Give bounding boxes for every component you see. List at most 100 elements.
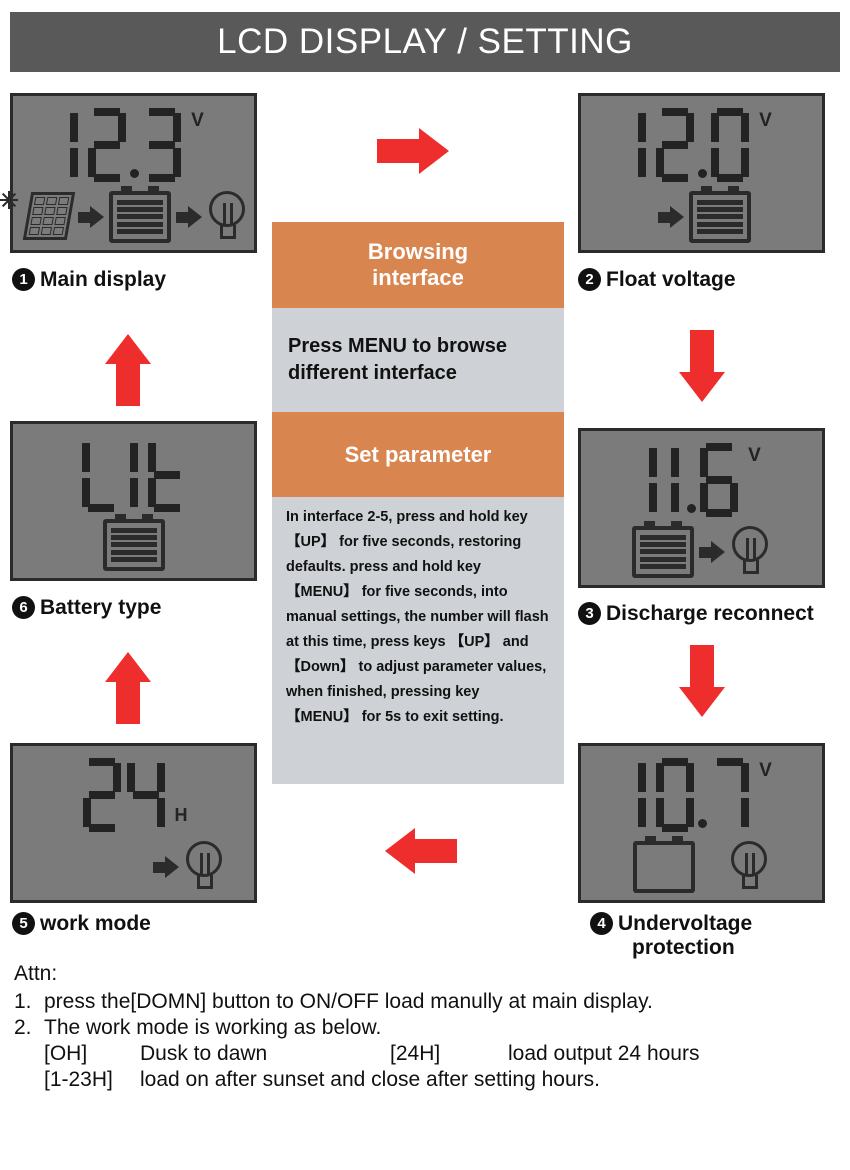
battery-full-icon: [108, 186, 171, 243]
work-mode-row-1: [OH] Dusk to dawn [24H] load output 24 h…: [14, 1042, 844, 1066]
decimal-point: [687, 504, 697, 513]
readout-discharge-reconnect: V: [581, 443, 822, 517]
flow-arrow-icon: [77, 206, 104, 228]
flow-arrow-icon: [153, 856, 179, 878]
flow-arrow-icon: [175, 206, 202, 228]
flow-arrow-icon: [657, 206, 684, 228]
arrow-p5-to-p6-icon: [105, 648, 151, 724]
icon-row-main-display: [0, 186, 254, 243]
arrow-p6-to-p1-icon: [105, 330, 151, 406]
caption-label: work mode: [40, 912, 151, 935]
unit-label: H: [174, 805, 188, 825]
digit-1: [82, 758, 121, 832]
icon-row-float-voltage: [581, 186, 822, 243]
mode-1-value: Dusk to dawn: [140, 1042, 268, 1065]
mode-2-key: [24H]: [390, 1042, 441, 1065]
digit-I: [126, 438, 142, 512]
caption-float-voltage: 2 Float voltage: [578, 268, 736, 292]
arrow-p3-to-p4-icon: [679, 645, 725, 721]
digit-2: [88, 108, 127, 182]
arrow-p1-to-p2-icon: [377, 128, 453, 174]
caption-discharge-reconnect: 3 Discharge reconnect: [578, 602, 814, 626]
digit-t: [147, 438, 186, 512]
digit-2: [126, 758, 165, 832]
digit-2: [667, 443, 683, 517]
digit-1: [634, 108, 650, 182]
lamp-icon: [729, 841, 771, 893]
note-1-number: 1.: [14, 990, 32, 1013]
unit-label: V: [191, 110, 204, 131]
digit-1: [645, 443, 661, 517]
unit-label: V: [759, 110, 772, 131]
browse-hint-text: Press MENU to browse different interface: [288, 335, 507, 384]
lcd-panel-float-voltage: V: [578, 93, 825, 253]
step-number-badge: 5: [12, 912, 35, 935]
seven-segment-digits: [631, 758, 752, 832]
readout-float-voltage: V: [581, 108, 822, 182]
caption-undervoltage-protection: 4 Undervoltage protection: [590, 912, 752, 960]
step-number-badge: 3: [578, 602, 601, 625]
lcd-panel-undervoltage-protection: V: [578, 743, 825, 903]
caption-label: Main display: [40, 268, 167, 291]
seven-segment-digits: [642, 443, 741, 517]
digit-1: [66, 108, 82, 182]
page-title-bar: LCD DISPLAY / SETTING: [10, 12, 840, 72]
readout-main-display: V: [13, 108, 254, 182]
decimal-point: [130, 169, 140, 178]
lamp-icon: [184, 841, 226, 893]
step-number-badge: 6: [12, 596, 35, 619]
digit-1: [634, 758, 650, 832]
note-1-text: press the[DOMN] button to ON/OFF load ma…: [44, 990, 653, 1013]
mode-2-value: load output 24 hours: [508, 1042, 700, 1065]
attention-notes: Attn: 1. press the[DOMN] button to ON/OF…: [14, 962, 844, 1092]
battery-full-icon: [688, 186, 751, 243]
unit-label: V: [759, 760, 772, 781]
step-number-badge: 2: [578, 268, 601, 291]
digit-3: [711, 108, 750, 182]
set-parameter-title: Set parameter: [344, 441, 492, 467]
mode-3-value: load on after sunset and close after set…: [140, 1068, 600, 1091]
decimal-point: [698, 169, 708, 178]
caption-battery-type: 6 Battery type: [12, 596, 161, 620]
solar-panel-icon: [0, 191, 75, 242]
caption-work-mode: 5 work mode: [12, 912, 151, 936]
digit-2: [656, 758, 695, 832]
note-item-2: 2. The work mode is working as below.: [14, 1016, 844, 1040]
step-number-badge: 4: [590, 912, 613, 935]
seven-segment-digits: [631, 108, 752, 182]
page-title: LCD DISPLAY / SETTING: [217, 22, 633, 61]
digit-3: [143, 108, 182, 182]
attn-label: Attn:: [14, 962, 58, 985]
caption-label-line1: Undervoltage: [618, 912, 753, 935]
lcd-panel-work-mode: H: [10, 743, 257, 903]
mode-1-key: [OH]: [44, 1042, 88, 1065]
icon-row-undervoltage-protection: [581, 836, 822, 893]
caption-label: Discharge reconnect: [606, 602, 814, 625]
digit-2: [656, 108, 695, 182]
readout-battery-type: [13, 438, 254, 512]
digit-L: [81, 438, 120, 512]
battery-full-icon: [631, 521, 694, 578]
digit-3: [700, 443, 739, 517]
icon-row-discharge-reconnect: [581, 521, 822, 578]
note-item-1: 1. press the[DOMN] button to ON/OFF load…: [14, 990, 844, 1014]
note-2-text: The work mode is working as below.: [44, 1016, 382, 1039]
flow-arrow-icon: [698, 541, 725, 563]
lamp-icon: [730, 526, 772, 578]
browse-hint-band: Press MENU to browse different interface: [272, 308, 564, 412]
step-number-badge: 1: [12, 268, 35, 291]
readout-undervoltage-protection: V: [581, 758, 822, 832]
instruction-column: Browsing interface Press MENU to browse …: [272, 222, 564, 784]
lamp-icon: [207, 191, 249, 243]
set-parameter-band: Set parameter: [272, 412, 564, 497]
battery-empty-icon: [632, 836, 695, 893]
icon-row-battery-type: [13, 514, 254, 571]
seven-segment-digits: [63, 108, 184, 182]
arrow-p2-to-p3-icon: [679, 330, 725, 406]
caption-main-display: 1 Main display: [12, 268, 166, 292]
seven-segment-digits: [79, 438, 189, 512]
browsing-interface-title-line2: interface: [372, 265, 464, 290]
decimal-point: [698, 819, 708, 828]
unit-label: V: [748, 445, 761, 466]
caption-label-line2: protection: [632, 936, 735, 960]
